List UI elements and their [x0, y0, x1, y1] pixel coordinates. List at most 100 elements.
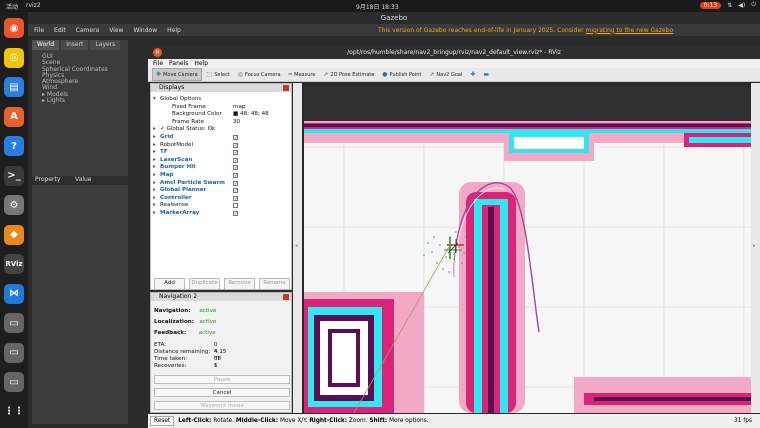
expand-right-icon[interactable]: ▸: [153, 180, 160, 186]
expand-right-icon[interactable]: ▸: [153, 164, 160, 170]
gazebo-menu-camera[interactable]: Camera: [76, 27, 100, 34]
app-center-icon[interactable]: A: [4, 106, 24, 127]
display-item[interactable]: ▸ TF: [153, 149, 168, 155]
tab-layers[interactable]: Layers: [90, 40, 121, 50]
display-enable-checkbox[interactable]: [233, 203, 238, 209]
render-view[interactable]: [304, 87, 751, 413]
rhythmbox-icon[interactable]: ◎: [4, 47, 24, 68]
remove-display-button[interactable]: Remove: [224, 278, 255, 290]
expand-right-icon[interactable]: ▸: [153, 157, 160, 163]
display-enable-checkbox[interactable]: ✓: [233, 173, 238, 179]
firefox-icon[interactable]: ◉: [4, 18, 24, 38]
display-item[interactable]: ▸ Bumper Hit: [153, 164, 196, 170]
expand-right-icon[interactable]: ▸: [153, 149, 160, 155]
display-enable-checkbox[interactable]: ✓: [233, 180, 238, 186]
display-enable-checkbox[interactable]: ✓: [233, 135, 238, 141]
expand-down-icon[interactable]: ▾: [153, 96, 160, 102]
tool-move-camera[interactable]: ✥ Move Camera: [152, 68, 202, 81]
close-window-icon[interactable]: ✕: [153, 48, 162, 57]
rename-display-button[interactable]: Rename: [259, 278, 290, 290]
tool-select[interactable]: ⬚ Select: [204, 69, 233, 80]
collapse-left-icon[interactable]: ◂: [295, 243, 298, 249]
expand-right-icon[interactable]: ▸: [153, 187, 160, 193]
map-canvas[interactable]: [304, 87, 751, 413]
expand-right-icon[interactable]: ▸: [153, 210, 160, 216]
gazebo-menu-file[interactable]: File: [34, 27, 44, 34]
show-apps-icon[interactable]: ⋮⋮: [4, 401, 24, 422]
close-panel-icon[interactable]: [283, 294, 289, 300]
display-item[interactable]: ▸ ✓ Global Status: Ok: [153, 126, 215, 132]
display-item[interactable]: Background Color: [165, 111, 222, 117]
help-icon[interactable]: ?: [4, 136, 24, 156]
display-item[interactable]: ▸ LaserScan: [153, 157, 192, 163]
active-app-label[interactable]: rviz2: [26, 2, 41, 11]
rviz-menu-file[interactable]: File: [153, 60, 163, 67]
volume-icon[interactable]: ◀): [738, 2, 745, 9]
tab-world[interactable]: World: [32, 40, 60, 50]
expand-right-icon[interactable]: ▸: [153, 195, 160, 201]
display-item[interactable]: ▾ Global Options: [153, 96, 201, 102]
add-display-button[interactable]: Add: [154, 278, 185, 290]
display-item[interactable]: Fixed Frame: [165, 104, 206, 110]
rviz-icon[interactable]: RViz: [4, 254, 24, 274]
clock[interactable]: 9月18日 18:33: [356, 2, 399, 11]
activities-button[interactable]: 活动: [6, 2, 18, 11]
display-item[interactable]: ▸ MarkerArray: [153, 210, 199, 216]
duplicate-display-button[interactable]: Duplicate: [189, 278, 220, 290]
battery-indicator[interactable]: 0:13: [699, 1, 722, 9]
expand-right-icon[interactable]: ▸: [153, 126, 160, 132]
world-tree-item[interactable]: ▸ Lights: [42, 97, 118, 104]
tool-measure[interactable]: ━ Measure: [286, 69, 319, 80]
display-enable-checkbox[interactable]: ✓: [233, 211, 238, 217]
display-enable-checkbox[interactable]: ✓: [233, 157, 238, 163]
gazebo-icon[interactable]: ◆: [4, 224, 24, 245]
tool-minus[interactable]: ▬: [480, 69, 492, 80]
display-enable-checkbox[interactable]: ✓: [233, 188, 238, 194]
expand-right-icon[interactable]: ▸: [153, 202, 160, 208]
gazebo-menu-view[interactable]: View: [109, 27, 123, 34]
display-enable-checkbox[interactable]: ✓: [233, 165, 238, 171]
settings-icon[interactable]: ⚙: [4, 195, 24, 215]
tool-publish-point[interactable]: ● Publish Point: [379, 69, 424, 80]
expand-right-icon[interactable]: ▸: [153, 134, 160, 140]
tool-pose-estimate[interactable]: ➚ 2D Pose Estimate: [320, 69, 377, 80]
power-icon[interactable]: ⏻: [751, 1, 756, 9]
migrate-link[interactable]: migrating to the new Gazebo: [586, 27, 674, 34]
display-item[interactable]: ▸ Grid: [153, 134, 173, 140]
display-enable-checkbox[interactable]: ✓: [233, 195, 238, 201]
expand-right-icon[interactable]: ▸: [153, 172, 160, 178]
vscode-icon[interactable]: ⋈: [4, 283, 24, 304]
expand-right-icon[interactable]: ▸: [153, 142, 160, 148]
tab-insert[interactable]: Insert: [61, 40, 89, 50]
display-item[interactable]: ▸ Map: [153, 172, 173, 178]
left-splitter[interactable]: ◂: [293, 83, 302, 413]
disk-icon-2[interactable]: ▭: [4, 342, 24, 363]
display-item[interactable]: ▸ Global Planner: [153, 187, 206, 193]
display-enable-checkbox[interactable]: ✓: [233, 150, 238, 156]
display-item[interactable]: ▸ RobotModel: [153, 142, 193, 148]
tool-focus-camera[interactable]: ◎ Focus Camera: [235, 69, 284, 80]
right-splitter[interactable]: ▸: [751, 83, 760, 413]
close-panel-icon[interactable]: [283, 85, 289, 91]
display-item-value[interactable]: 30: [233, 119, 240, 125]
rviz-menu-panels[interactable]: Panels: [169, 60, 188, 67]
gazebo-menu-window[interactable]: Window: [133, 27, 157, 34]
display-item[interactable]: ▸ Controller: [153, 195, 192, 201]
tool-nav2-goal[interactable]: ➚ Nav2 Goal: [426, 69, 465, 80]
collapse-right-icon[interactable]: ▸: [753, 243, 756, 249]
tool-plus[interactable]: ✚: [467, 69, 478, 80]
disk-icon-1[interactable]: ▭: [4, 313, 24, 333]
reset-button[interactable]: Reset: [150, 416, 175, 426]
display-item[interactable]: Frame Rate: [165, 119, 204, 125]
rviz-menu-help[interactable]: Help: [194, 60, 208, 67]
disk-icon-3[interactable]: ▭: [4, 372, 24, 392]
pause-button[interactable]: Pause: [154, 375, 290, 384]
display-item-value[interactable]: map: [233, 104, 245, 110]
waypoint-mode-button[interactable]: Waypoint mode: [154, 401, 290, 410]
cancel-button[interactable]: Cancel: [154, 388, 290, 397]
display-item[interactable]: ▸ Amcl Particle Swarm: [153, 180, 225, 186]
writer-icon[interactable]: ▤: [4, 77, 24, 97]
network-icon[interactable]: ⇅: [727, 2, 732, 9]
terminal-icon[interactable]: >_: [4, 165, 24, 186]
display-item-value[interactable]: ■ 48; 48; 48: [233, 111, 269, 117]
